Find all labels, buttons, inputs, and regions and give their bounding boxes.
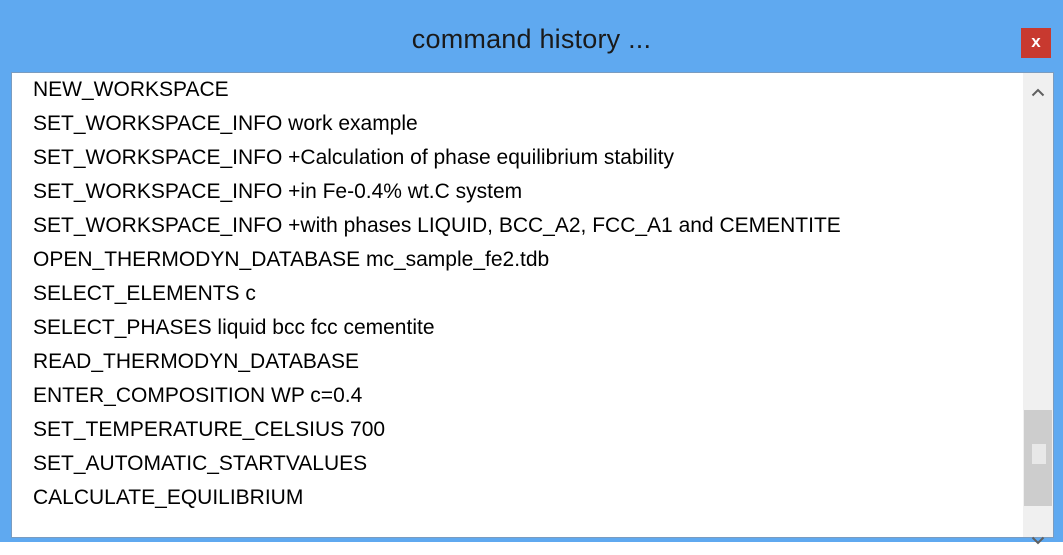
title-bar[interactable]: command history ... x [0,0,1063,73]
list-item[interactable]: OPEN_THERMODYN_DATABASE mc_sample_fe2.td… [33,243,549,277]
command-history-list-box[interactable]: NEW_WORKSPACE SET_WORKSPACE_INFO work ex… [11,72,1054,544]
window-title: command history ... [411,24,652,54]
scroll-down-button[interactable] [1023,525,1053,555]
list-item[interactable]: SELECT_PHASES liquid bcc fcc cementite [33,311,435,345]
list-item[interactable]: CALCULATE_EQUILIBRIUM [33,481,303,515]
list-item[interactable]: NEW_WORKSPACE [33,73,229,107]
list-item[interactable]: READ_THERMODYN_DATABASE [33,345,359,379]
vertical-scrollbar[interactable] [1023,73,1053,544]
list-item[interactable]: SET_AUTOMATIC_STARTVALUES [33,447,367,481]
list-item[interactable]: SET_WORKSPACE_INFO +in Fe-0.4% wt.C syst… [33,175,522,209]
scroll-up-button[interactable] [1023,77,1053,107]
command-list: NEW_WORKSPACE SET_WORKSPACE_INFO work ex… [12,73,1023,537]
chevron-up-icon [1031,88,1045,96]
close-button[interactable]: x [1021,28,1051,58]
scroll-thumb[interactable] [1024,410,1052,506]
command-history-window: command history ... x NEW_WORKSPACE SET_… [0,0,1063,544]
list-item[interactable]: SET_WORKSPACE_INFO +Calculation of phase… [33,141,674,175]
list-item[interactable]: SELECT_ELEMENTS c [33,277,256,311]
list-item[interactable]: SET_WORKSPACE_INFO +with phases LIQUID, … [33,209,841,243]
scroll-thumb-grip [1032,444,1046,464]
chevron-down-icon [1031,536,1045,544]
list-item[interactable]: SET_WORKSPACE_INFO work example [33,107,418,141]
list-item[interactable]: ENTER_COMPOSITION WP c=0.4 [33,379,362,413]
list-item[interactable]: SET_TEMPERATURE_CELSIUS 700 [33,413,385,447]
